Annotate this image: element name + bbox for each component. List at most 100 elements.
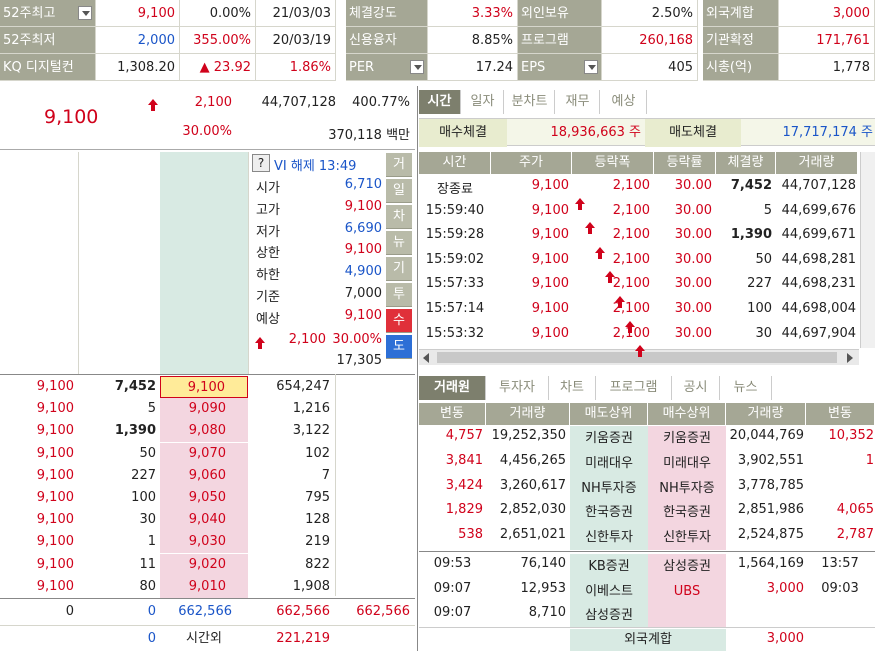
sell-broker[interactable]: 미래대우: [570, 450, 648, 476]
current-price: 9,100: [44, 106, 99, 128]
foreign-buy-broker[interactable]: UBS: [648, 578, 726, 604]
summary-r2-l2[interactable]: 신용융자: [346, 27, 428, 54]
tick-volume: 44,698,004: [781, 301, 856, 316]
buy-broker[interactable]: 키움증권: [648, 426, 726, 451]
bid-price[interactable]: 9,030: [160, 531, 248, 554]
summary-r1-l1[interactable]: 52주최고: [0, 0, 96, 27]
bid-price[interactable]: 9,010: [160, 575, 248, 598]
side-tab-7[interactable]: 도: [386, 335, 412, 359]
sell-broker[interactable]: NH투자증: [570, 475, 648, 501]
summary-r1-l4-text: 외국계합: [706, 6, 754, 21]
tab2-2[interactable]: 차트: [549, 376, 596, 400]
bid-price[interactable]: 9,070: [160, 442, 248, 465]
buy-broker[interactable]: 신한투자: [648, 525, 726, 551]
tick-rate: 30.00: [674, 227, 712, 243]
side-tab-4[interactable]: 기: [386, 257, 412, 281]
side-tab-3[interactable]: 뉴: [386, 231, 412, 255]
vertical-scrollbar[interactable]: [860, 152, 875, 348]
side-tab-6[interactable]: 수: [386, 309, 412, 333]
sell-broker[interactable]: 신한투자: [570, 525, 648, 551]
bid-price[interactable]: 9,040: [160, 509, 248, 532]
bid-row: 9,100 1,390 9,080 3,122: [0, 420, 415, 443]
sell-exec-value: 17,717,174 주: [782, 125, 873, 140]
summary-r3-v3: 405: [602, 54, 698, 81]
side-tab-0[interactable]: 거: [386, 153, 412, 177]
side-tab-1[interactable]: 일: [386, 179, 412, 203]
summary-r3-l3[interactable]: EPS: [518, 54, 602, 81]
tick-head-4: 체결량: [716, 152, 776, 174]
bid-price[interactable]: 9,060: [160, 464, 248, 487]
tab2-5[interactable]: 뉴스: [720, 376, 772, 400]
sell-broker[interactable]: 한국증권: [570, 500, 648, 526]
foreign-buy-volume: 3,000: [766, 580, 804, 596]
total-bid: 662,566: [276, 604, 330, 619]
summary-r1-v4-text: 3,000: [832, 6, 870, 21]
sell-broker[interactable]: 키움증권: [570, 426, 648, 451]
bid-price[interactable]: 9,100: [160, 376, 248, 398]
per-dropdown-icon[interactable]: [410, 60, 424, 74]
exec-price: 9,100: [36, 445, 74, 461]
foreign-sell-broker[interactable]: 삼성증권: [570, 603, 648, 628]
bid-price[interactable]: 9,020: [160, 553, 248, 576]
buy-broker[interactable]: 한국증권: [648, 500, 726, 526]
info-value-4: 4,900: [344, 264, 382, 280]
exec-price: 9,100: [36, 534, 74, 550]
summary-r1-v3-text: 2.50%: [651, 6, 693, 21]
tick-change: 2,100: [612, 202, 650, 218]
bid-price[interactable]: 9,080: [160, 420, 248, 443]
tab2-0[interactable]: 거래원: [419, 376, 486, 400]
info-label-4: 하한: [256, 268, 280, 284]
broker-head-1: 거래량: [486, 403, 570, 425]
summary-r2-v3: 260,168: [602, 27, 698, 54]
foreign-sell-volume: 8,710: [528, 605, 566, 620]
tick-rate: 30.00: [674, 202, 712, 218]
bid-price[interactable]: 9,050: [160, 487, 248, 509]
foreign-buy-broker[interactable]: [648, 603, 726, 628]
tick-time: 15:59:40: [425, 202, 485, 218]
summary-r2-l3[interactable]: 프로그램: [518, 27, 602, 54]
summary-r3-l2-text: PER: [349, 60, 375, 75]
tab1-4[interactable]: 예상: [601, 90, 647, 114]
buy-broker[interactable]: 미래대우: [648, 450, 726, 476]
summary-r3-l4[interactable]: 시총(억): [703, 54, 779, 81]
dropdown-icon[interactable]: [78, 6, 92, 20]
scroll-left-icon[interactable]: [423, 353, 429, 363]
tab1-0[interactable]: 시간: [419, 90, 461, 114]
foreign-buy-broker[interactable]: 삼성증권: [648, 554, 726, 579]
tab1-3[interactable]: 재무: [556, 90, 600, 114]
side-tab-2[interactable]: 차: [386, 205, 412, 229]
info-value-0: 6,710: [344, 177, 382, 192]
dropdown-icon[interactable]: [584, 60, 598, 74]
summary-r1-v1-text: 9,100: [137, 6, 175, 21]
buy-broker[interactable]: NH투자증: [648, 475, 726, 501]
tab2-4[interactable]: 공시: [672, 376, 720, 400]
summary-r1-l3[interactable]: 외인보유: [518, 0, 602, 27]
tab1-2[interactable]: 분차트: [505, 90, 555, 114]
summary-r2-v3-text: 260,168: [639, 33, 693, 48]
sell-volume: 19,252,350: [491, 428, 566, 443]
exec-qty: 5: [147, 401, 156, 417]
foreign-sell-broker[interactable]: KB증권: [570, 554, 648, 579]
tab2-1[interactable]: 투자자: [486, 376, 549, 400]
summary-r1-l2[interactable]: 체결강도: [346, 0, 428, 27]
foreign-sell-broker[interactable]: 이베스트: [570, 578, 648, 604]
bid-qty: 7: [321, 467, 330, 483]
summary-r1-p1: 0.00%: [180, 0, 256, 27]
exec-price: 9,100: [36, 512, 74, 528]
bid-price[interactable]: 9,090: [160, 398, 248, 421]
foreign-time-sell: 09:53: [433, 556, 472, 571]
summary-r2-d1: 20/03/19: [256, 27, 336, 54]
summary-r2-l4[interactable]: 기관확정: [703, 27, 779, 54]
summary-r1-l1-text: 52주최고: [3, 6, 56, 21]
bid-qty: 1,908: [292, 578, 330, 594]
summary-grid: 52주최고 9,100 0.00% 21/03/03 체결강도 3.33% 외인보유 2.50…: [0, 0, 875, 81]
help-button[interactable]: ?: [252, 154, 270, 172]
scroll-right-icon[interactable]: [847, 353, 853, 363]
side-tab-5[interactable]: 투: [386, 283, 412, 307]
tab2-3[interactable]: 프로그램: [596, 376, 672, 400]
summary-r1-l4[interactable]: 외국계합: [703, 0, 779, 27]
tab1-1[interactable]: 일자: [462, 90, 504, 114]
summary-r3-l1[interactable]: KQ 디지털컨: [0, 54, 96, 81]
bid-row: 9,100 100 9,050 795: [0, 487, 415, 509]
summary-r2-l1[interactable]: 52주최저: [0, 27, 96, 54]
